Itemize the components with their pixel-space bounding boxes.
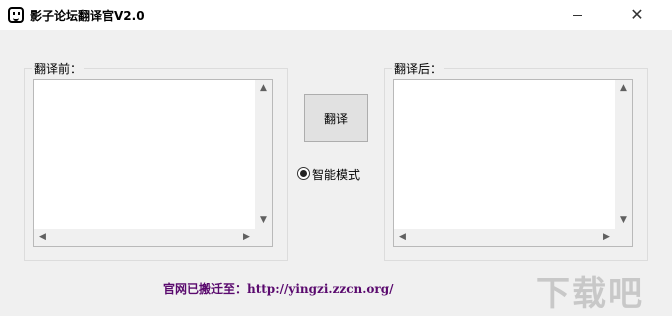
logo-eye bbox=[13, 12, 15, 15]
source-group: 翻译前： ▲ ▼ ◀ ▶ bbox=[24, 60, 288, 261]
logo-eye bbox=[18, 12, 20, 15]
source-label: 翻译前： bbox=[32, 60, 85, 77]
scroll-corner bbox=[615, 229, 632, 246]
scroll-up-icon[interactable]: ▲ bbox=[615, 84, 632, 93]
scroll-down-icon[interactable]: ▼ bbox=[255, 216, 272, 225]
scroll-down-icon[interactable]: ▼ bbox=[615, 216, 632, 225]
title-bar: 影子论坛翻译官V2.0 ✕ bbox=[0, 0, 672, 30]
scroll-left-icon[interactable]: ◀ bbox=[394, 233, 411, 242]
close-icon: ✕ bbox=[630, 5, 644, 24]
translate-button[interactable]: 翻译 bbox=[304, 94, 368, 142]
radio-selected-dot bbox=[300, 170, 307, 177]
target-label: 翻译后： bbox=[392, 60, 445, 77]
source-horizontal-scrollbar[interactable]: ◀ ▶ bbox=[34, 229, 255, 246]
target-text-area[interactable]: ▲ ▼ ◀ ▶ bbox=[393, 79, 633, 247]
smart-mode-label[interactable]: 智能模式 bbox=[312, 166, 360, 183]
website-notice[interactable]: 官网已搬迁至：http://yingzi.zzcn.org/ bbox=[163, 280, 394, 297]
target-horizontal-scrollbar[interactable]: ◀ ▶ bbox=[394, 229, 615, 246]
minimize-button[interactable] bbox=[554, 0, 600, 30]
smart-mode-radio[interactable] bbox=[297, 167, 310, 180]
logo-mouth bbox=[13, 16, 19, 21]
scroll-right-icon[interactable]: ▶ bbox=[238, 233, 255, 242]
source-vertical-scrollbar[interactable]: ▲ ▼ bbox=[255, 80, 272, 229]
app-logo-icon bbox=[8, 7, 24, 23]
target-vertical-scrollbar[interactable]: ▲ ▼ bbox=[615, 80, 632, 229]
translate-button-label: 翻译 bbox=[323, 111, 348, 126]
source-text-area[interactable]: ▲ ▼ ◀ ▶ bbox=[33, 79, 273, 247]
scroll-left-icon[interactable]: ◀ bbox=[34, 233, 51, 242]
target-group: 翻译后： ▲ ▼ ◀ ▶ bbox=[384, 60, 648, 261]
scroll-right-icon[interactable]: ▶ bbox=[598, 233, 615, 242]
close-button[interactable]: ✕ bbox=[614, 0, 660, 30]
app-window: 影子论坛翻译官V2.0 ✕ 翻译前： ▲ ▼ ◀ ▶ 翻译 智能模式 翻译后： … bbox=[0, 0, 672, 316]
scroll-up-icon[interactable]: ▲ bbox=[255, 84, 272, 93]
minimize-icon bbox=[572, 14, 582, 16]
watermark-logo: 下载吧 bbox=[536, 274, 644, 314]
window-title: 影子论坛翻译官V2.0 bbox=[30, 9, 145, 23]
scroll-corner bbox=[255, 229, 272, 246]
